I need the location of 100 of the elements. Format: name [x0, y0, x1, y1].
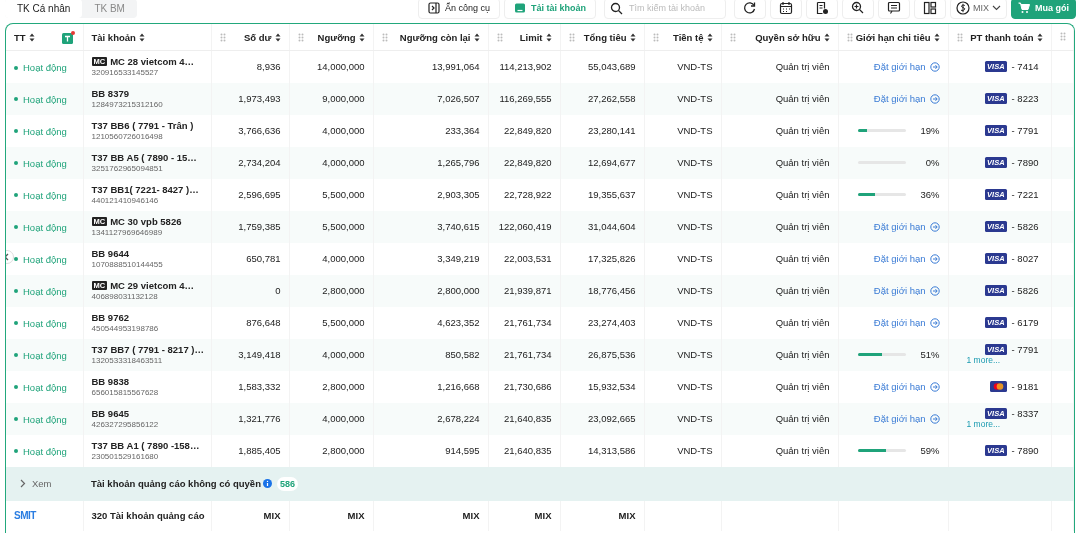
set-limit-link[interactable]: Đặt giới hạn [873, 61, 940, 73]
account-id: 450544953198786 [91, 324, 160, 333]
sidebar-panel-icon [427, 2, 440, 14]
status-label: Hoạt động [14, 317, 67, 329]
card-digits: - 6179 [1011, 317, 1039, 328]
column-header[interactable]: Giới hạn chi tiêu [855, 31, 931, 43]
dollar-icon [956, 1, 970, 15]
tab[interactable]: TK Cá nhân [5, 0, 83, 18]
zoom-in-button[interactable] [842, 0, 874, 19]
column-header[interactable]: Quyền sở hữu [755, 31, 821, 43]
drag-handle-icon[interactable] [846, 32, 853, 42]
drag-handle-icon[interactable] [1059, 31, 1066, 41]
account-name[interactable]: T37 BB1( 7221- 8427 )… [91, 184, 199, 195]
account-name[interactable]: BB 9645 [91, 408, 129, 419]
info-icon[interactable] [262, 479, 272, 488]
account-name[interactable]: BB 9762 [91, 312, 129, 323]
table-cell: 3,349,219 [437, 253, 480, 264]
table-cell: 3,766,636 [238, 125, 281, 136]
account-name[interactable]: T37 BB6 ( 7791 - Trân ) [91, 120, 194, 131]
layout-button[interactable] [914, 0, 946, 19]
sort-icon[interactable] [545, 32, 552, 42]
account-name[interactable]: BB 8379 [91, 88, 129, 99]
column-header[interactable]: Số dư [244, 31, 272, 43]
set-limit-link[interactable]: Đặt giới hạn [873, 381, 940, 392]
table-cell: 0 [275, 285, 281, 296]
percent-label: 51% [919, 349, 940, 360]
sort-icon[interactable] [629, 32, 636, 42]
card-digits: - 9181 [1011, 381, 1039, 392]
table-cell: 22,849,820 [503, 125, 552, 136]
sort-icon[interactable] [473, 32, 480, 42]
table-cell: VND-TS [677, 157, 713, 168]
drag-handle-icon[interactable] [496, 32, 503, 42]
column-header[interactable]: Tổng tiêu [583, 31, 627, 43]
table-cell: 8,936 [256, 61, 281, 73]
column-header[interactable]: PT thanh toán [970, 31, 1034, 43]
column-header[interactable]: Ngưỡng còn lại [399, 31, 471, 43]
account-id: 440121410946146 [91, 196, 160, 205]
column-header[interactable]: Tiền tệ [673, 31, 704, 43]
sort-icon[interactable] [138, 32, 145, 42]
arrow-circle-icon [929, 317, 940, 328]
table-cell: 55,043,689 [587, 61, 636, 73]
table-cell: 18,776,456 [587, 285, 636, 296]
calendar-button[interactable] [770, 0, 802, 19]
account-name[interactable]: MC 30 vpb 5826 [110, 216, 182, 227]
message-button[interactable] [878, 0, 910, 19]
table-cell: 3,740,615 [437, 221, 480, 232]
currency-button[interactable]: MIX [950, 0, 1007, 19]
sort-icon[interactable] [358, 32, 365, 42]
account-name[interactable]: BB 9644 [91, 248, 129, 259]
account-id: 1210560726016498 [91, 132, 164, 141]
drag-handle-icon[interactable] [729, 32, 736, 42]
chevron-down-icon [992, 5, 1001, 11]
drag-handle-icon[interactable] [297, 32, 304, 42]
account-name[interactable]: MC 28 vietcom 4… [110, 56, 195, 68]
drag-handle-icon[interactable] [568, 32, 575, 42]
expand-toggle[interactable]: Xem [14, 477, 52, 489]
cart-icon [1018, 2, 1030, 14]
column-header[interactable]: Limit [519, 31, 543, 43]
card-digits: - 8027 [1011, 253, 1039, 264]
column-header[interactable]: Tài khoản [91, 31, 136, 43]
sort-icon[interactable] [706, 32, 713, 42]
card-digits: - 7414 [1011, 61, 1039, 73]
table-cell: Quản trị viên [775, 189, 830, 200]
table-cell: 31,044,604 [587, 221, 636, 232]
account-id: 320916533145527 [91, 68, 160, 78]
account-name[interactable]: MC 29 vietcom 4… [110, 280, 195, 291]
account-name[interactable]: T37 BB A1 ( 7890 -158… [91, 440, 200, 451]
total-cell: MIX [263, 510, 281, 521]
table-cell: 1,885,405 [238, 445, 281, 456]
account-name[interactable]: BB 9838 [91, 376, 129, 387]
set-limit-link[interactable]: Đặt giới hạn [873, 253, 940, 264]
table-cell: 13,991,064 [431, 61, 480, 73]
filter-icon[interactable] [61, 30, 75, 44]
search-field[interactable]: Tìm kiếm tài khoản [604, 0, 726, 19]
account-name[interactable]: T37 BB A5 ( 7890 - 15… [91, 152, 197, 163]
column-header[interactable]: TT [14, 31, 26, 43]
drag-handle-icon[interactable] [652, 32, 659, 42]
account-name[interactable]: T37 BB7 ( 7791 - 8217 )… [91, 344, 204, 355]
column-header[interactable]: Ngưỡng [317, 31, 356, 43]
sort-icon[interactable] [28, 32, 35, 42]
refresh-button[interactable] [734, 0, 766, 19]
table-cell: 114,213,902 [499, 61, 552, 73]
table-cell: 14,313,586 [587, 445, 636, 456]
sort-icon[interactable] [933, 32, 940, 42]
account-id: 1320533318463511 [91, 356, 164, 365]
status-label: Hoạt động [14, 221, 67, 233]
table-cell: 21,730,686 [503, 381, 552, 392]
document-button[interactable] [806, 0, 838, 19]
drag-handle-icon[interactable] [219, 32, 226, 42]
table-cell: 22,003,531 [503, 253, 552, 264]
zoom-in-icon [851, 1, 865, 15]
sort-icon[interactable] [274, 32, 281, 42]
table-cell: 233,364 [445, 125, 480, 136]
drag-handle-icon[interactable] [381, 32, 388, 42]
hide-tools-button[interactable]: Ẩn công cụ [417, 0, 500, 19]
sort-icon[interactable] [1036, 32, 1043, 42]
sort-icon[interactable] [823, 32, 830, 42]
table-cell: Quản trị viên [775, 285, 830, 296]
drag-handle-icon[interactable] [956, 32, 963, 42]
set-limit-link[interactable]: Đặt giới hạn [873, 317, 940, 328]
